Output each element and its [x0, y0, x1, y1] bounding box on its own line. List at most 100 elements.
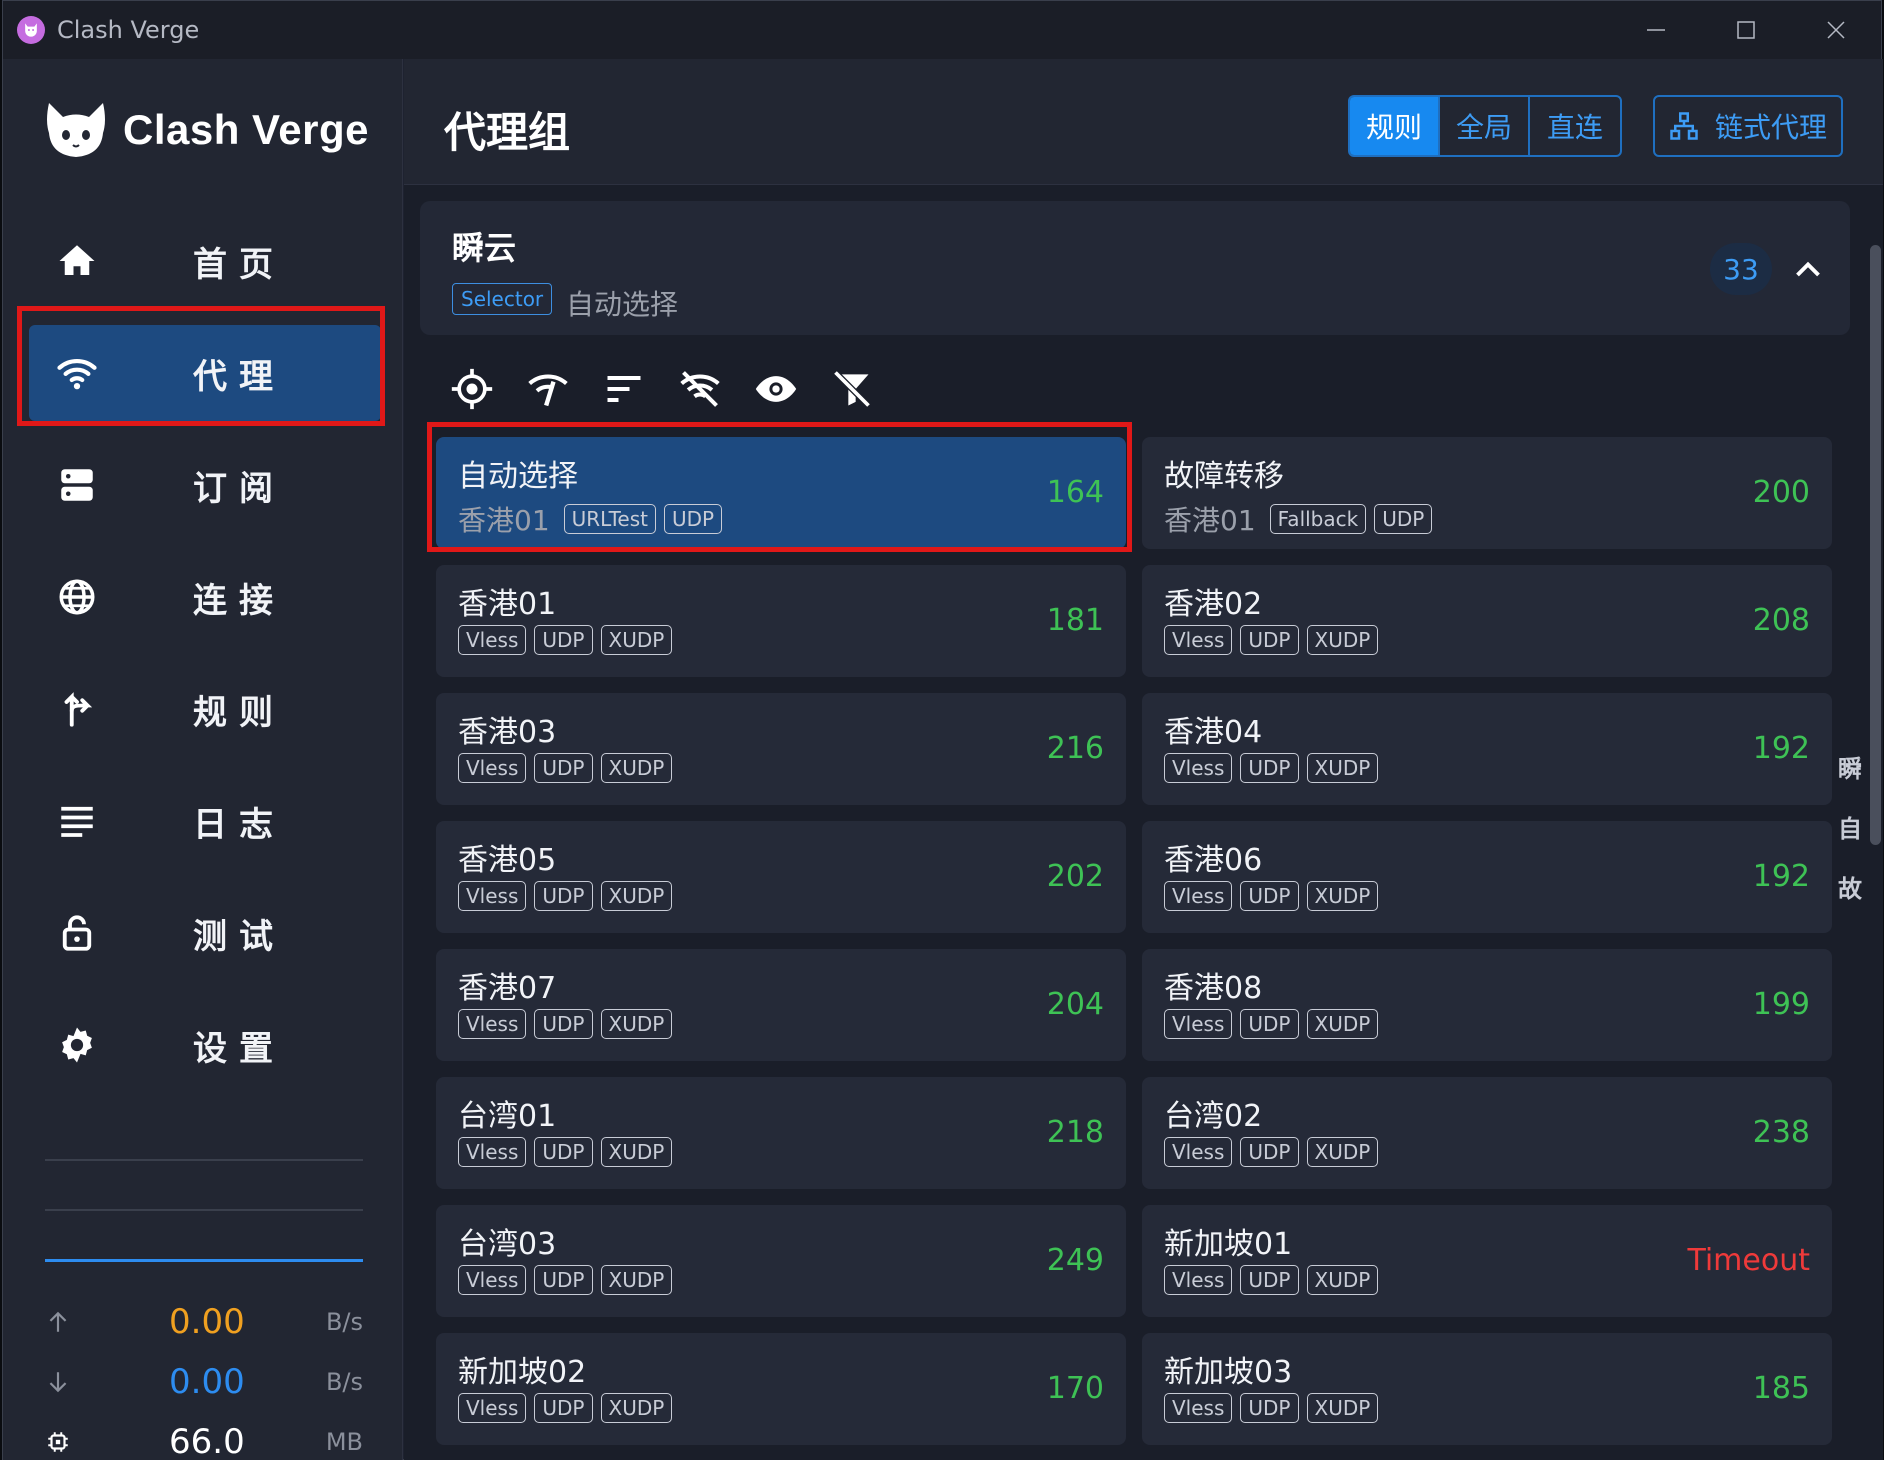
proxy-card[interactable]: 香港01 Vless UDP XUDP 181: [436, 565, 1126, 677]
proxy-delay[interactable]: 238: [1753, 1115, 1810, 1150]
proxy-group-header[interactable]: 瞬云 Selector 自动选择 33: [420, 201, 1850, 335]
proxy-tag: UDP: [1240, 881, 1299, 911]
scrollbar[interactable]: [1868, 185, 1883, 1460]
proxy-delay[interactable]: 199: [1753, 987, 1810, 1022]
proxy-card[interactable]: 台湾03 Vless UDP XUDP 249: [436, 1205, 1126, 1317]
minimize-button[interactable]: [1611, 1, 1701, 59]
proxy-tag: XUDP: [600, 753, 673, 783]
proxy-tag: UDP: [534, 1009, 593, 1039]
memory-stat: 66.0 MB: [43, 1417, 373, 1460]
proxy-card[interactable]: 香港08 Vless UDP XUDP 199: [1142, 949, 1832, 1061]
sort-button[interactable]: [596, 361, 652, 417]
proxy-card[interactable]: 台湾02 Vless UDP XUDP 238: [1142, 1077, 1832, 1189]
mode-rule-button[interactable]: 规则: [1350, 97, 1440, 155]
sidebar-item-settings[interactable]: 设置: [29, 997, 381, 1093]
proxy-delay[interactable]: 218: [1047, 1115, 1104, 1150]
proxy-delay[interactable]: 192: [1753, 859, 1810, 894]
proxy-name: 台湾03: [458, 1227, 557, 1262]
proxy-card[interactable]: 新加坡03 Vless UDP XUDP 185: [1142, 1333, 1832, 1445]
visibility-button[interactable]: [748, 361, 804, 417]
proxy-tag: XUDP: [1306, 881, 1379, 911]
proxy-delay[interactable]: 164: [1047, 475, 1104, 510]
main-content: 代理组 规则 全局 直连 链式代理 瞬云 Selector 自动选择 33 自动…: [404, 59, 1883, 1460]
group-index-item[interactable]: 瞬: [1826, 749, 1874, 809]
locate-button[interactable]: [444, 361, 500, 417]
sidebar-item-rules[interactable]: 规则: [29, 661, 381, 757]
group-index-item[interactable]: 故: [1826, 869, 1874, 929]
group-index-item[interactable]: 自: [1826, 809, 1874, 869]
proxy-delay-timeout[interactable]: Timeout: [1687, 1243, 1810, 1278]
sidebar-item-test[interactable]: 测试: [29, 885, 381, 981]
proxy-tag: UDP: [534, 1265, 593, 1295]
sidebar-item-label: 首页: [193, 244, 285, 285]
group-type-badge: Selector: [452, 283, 553, 315]
filter-button[interactable]: [824, 361, 880, 417]
sidebar-item-logs[interactable]: 日志: [29, 773, 381, 869]
brand: Clash Verge: [43, 99, 369, 161]
proxy-name: 新加坡02: [458, 1355, 587, 1390]
proxy-delay[interactable]: 249: [1047, 1243, 1104, 1278]
proxy-card[interactable]: 香港04 Vless UDP XUDP 192: [1142, 693, 1832, 805]
proxy-card[interactable]: 香港05 Vless UDP XUDP 202: [436, 821, 1126, 933]
proxy-tag: XUDP: [1306, 1009, 1379, 1039]
proxy-name: 香港06: [1164, 843, 1263, 878]
proxy-card[interactable]: 香港06 Vless UDP XUDP 192: [1142, 821, 1832, 933]
proxy-card[interactable]: 故障转移 香港01 Fallback UDP 200: [1142, 437, 1832, 549]
proxy-tag: XUDP: [600, 1393, 673, 1423]
sidebar-item-label: 规则: [193, 692, 285, 733]
window-title: Clash Verge: [57, 16, 200, 44]
chain-proxy-button[interactable]: 链式代理: [1653, 95, 1843, 157]
proxy-tag: UDP: [534, 1393, 593, 1423]
sidebar-item-proxy[interactable]: 代理: [29, 325, 381, 421]
mode-global-button[interactable]: 全局: [1440, 97, 1530, 155]
proxy-card[interactable]: 新加坡02 Vless UDP XUDP 170: [436, 1333, 1126, 1445]
divider: [45, 1209, 363, 1211]
proxy-tag: XUDP: [600, 881, 673, 911]
proxy-tag: XUDP: [600, 1265, 673, 1295]
proxy-delay[interactable]: 185: [1753, 1371, 1810, 1406]
proxy-current: 香港01: [1164, 504, 1256, 537]
app-window: Clash Verge Clash Verge 首页 代理 订阅 连接 规则 日…: [2, 0, 1883, 1460]
proxy-delay[interactable]: 181: [1047, 603, 1104, 638]
proxy-tag: UDP: [663, 504, 723, 534]
proxy-tag: UDP: [1240, 1393, 1299, 1423]
url-test-icon: [680, 371, 720, 407]
download-speed: 0.00: [169, 1362, 245, 1402]
mode-direct-button[interactable]: 直连: [1530, 97, 1620, 155]
proxy-name: 自动选择: [458, 459, 578, 494]
proxy-delay[interactable]: 202: [1047, 859, 1104, 894]
close-button[interactable]: [1791, 1, 1881, 59]
proxy-tag: UDP: [1240, 753, 1299, 783]
scroll-thumb[interactable]: [1870, 245, 1881, 845]
proxy-card[interactable]: 香港07 Vless UDP XUDP 204: [436, 949, 1126, 1061]
proxy-tag: Vless: [1164, 1009, 1233, 1039]
group-index-bar: 瞬 自 故: [1826, 749, 1874, 929]
globe-icon: [55, 575, 99, 619]
proxy-tag: UDP: [1240, 1265, 1299, 1295]
delay-test-button[interactable]: [520, 361, 576, 417]
proxy-delay[interactable]: 204: [1047, 987, 1104, 1022]
proxy-tag: UDP: [534, 625, 593, 655]
proxy-delay[interactable]: 200: [1753, 475, 1810, 510]
proxy-name: 香港05: [458, 843, 557, 878]
url-test-button[interactable]: [672, 361, 728, 417]
proxy-card[interactable]: 香港02 Vless UDP XUDP 208: [1142, 565, 1832, 677]
proxy-card[interactable]: 台湾01 Vless UDP XUDP 218: [436, 1077, 1126, 1189]
chain-proxy-label: 链式代理: [1714, 111, 1827, 144]
sidebar-item-home[interactable]: 首页: [29, 213, 381, 309]
proxy-delay[interactable]: 208: [1753, 603, 1810, 638]
maximize-button[interactable]: [1701, 1, 1791, 59]
proxy-tag: XUDP: [600, 625, 673, 655]
sidebar-item-label: 测试: [193, 916, 285, 957]
chevron-up-icon[interactable]: [1790, 251, 1826, 287]
proxy-card[interactable]: 自动选择 香港01 URLTest UDP 164: [436, 437, 1126, 549]
sidebar-item-label: 日志: [193, 804, 285, 845]
proxy-card[interactable]: 香港03 Vless UDP XUDP 216: [436, 693, 1126, 805]
sidebar-item-connections[interactable]: 连接: [29, 549, 381, 645]
sidebar-item-subscription[interactable]: 订阅: [29, 437, 381, 533]
proxy-name: 香港07: [458, 971, 557, 1006]
proxy-delay[interactable]: 216: [1047, 731, 1104, 766]
proxy-delay[interactable]: 170: [1047, 1371, 1104, 1406]
proxy-card[interactable]: 新加坡01 Vless UDP XUDP Timeout: [1142, 1205, 1832, 1317]
proxy-delay[interactable]: 192: [1753, 731, 1810, 766]
